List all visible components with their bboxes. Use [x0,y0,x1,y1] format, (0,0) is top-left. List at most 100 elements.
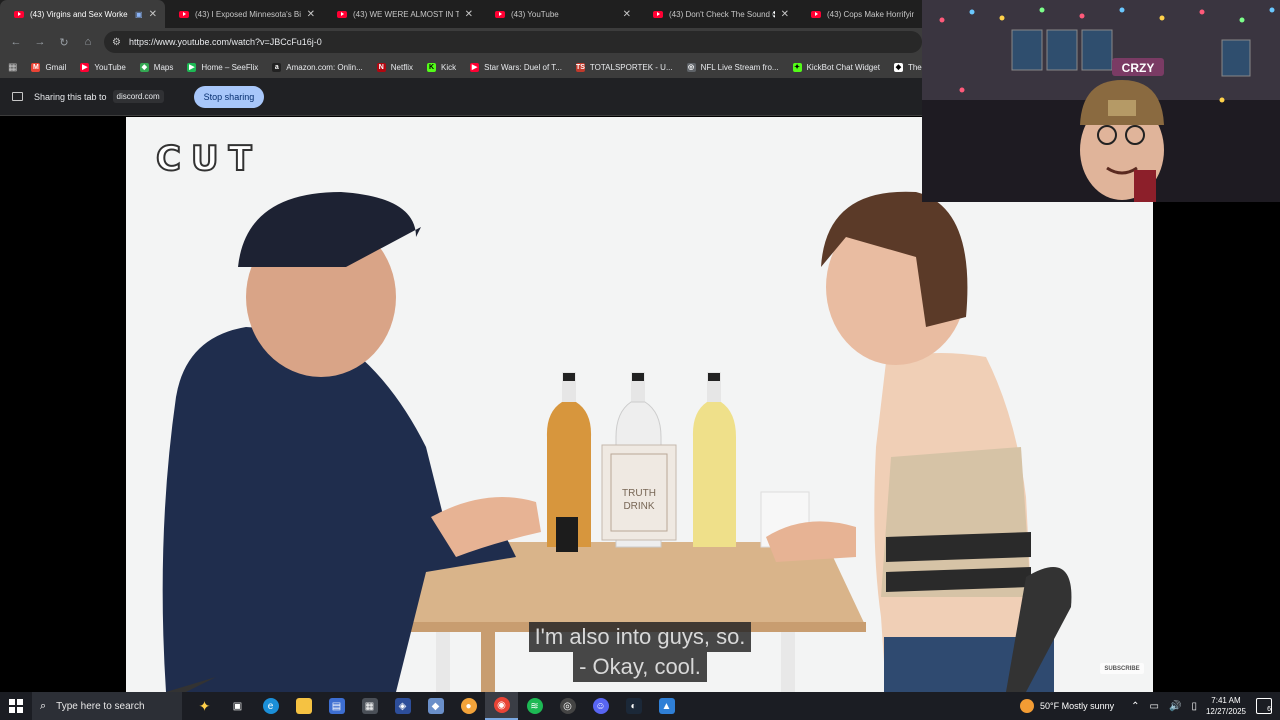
cut-logo: CUT [155,138,262,180]
discord-button[interactable]: ☺ [584,692,617,720]
chevron-up-icon[interactable]: ⌃ [1131,701,1139,712]
system-tray: 50°F Mostly sunny ⌃ ▭ 🔊 ▯ 7:41 AM 12/27/… [1020,695,1280,717]
calculator-button[interactable]: ▦ [353,692,386,720]
bookmark-label: The be [907,62,922,72]
close-icon[interactable]: ✕ [623,9,631,20]
app-icon: ▲ [658,698,675,714]
tab-title: (43) Don't Check The Sound 👀 [669,9,775,19]
windows-start-button[interactable] [0,692,32,720]
bookmark-label: Maps [153,62,174,72]
bookmark-label: TOTALSPORTEK - U... [589,62,673,72]
youtube-icon: ▶ [80,62,90,72]
notification-icon[interactable]: 6 [1256,698,1272,714]
network-icon[interactable]: ▭ [1150,701,1159,712]
bookmark-label: Netflix [390,62,413,72]
apps-grid-icon[interactable]: ▦ [8,62,17,73]
netflix-icon: N [376,62,386,72]
sparkle-icon: ✦ [198,697,211,714]
tab-youtube[interactable]: (43) YouTube ✕ [481,0,639,28]
chrome-button[interactable]: ◉ [485,692,518,720]
amazon-icon: a [272,62,282,72]
close-icon[interactable]: ✕ [781,9,789,20]
search-placeholder: Type here to search [56,700,145,712]
tab-almost[interactable]: (43) WE WERE ALMOST IN TEA ✕ [323,0,481,28]
shot-glass [556,517,578,552]
close-icon[interactable]: ✕ [307,9,315,20]
address-bar[interactable]: ⚙ https://www.youtube.com/watch?v=JBCcFu… [104,31,922,53]
bookmark-item[interactable]: ◆ The be [893,62,922,72]
bookmark-item[interactable]: TS TOTALSPORTEK - U... [575,62,673,72]
bookmark-item[interactable]: a Amazon.com: Onlin... [272,62,363,72]
battery-icon[interactable]: ▯ [1191,701,1197,712]
app-icon: ▤ [328,698,345,714]
subtitle-line: - Okay, cool. [573,652,707,682]
bookmark-label: NFL Live Stream fro... [700,62,779,72]
bookmark-item[interactable]: N Netflix [376,62,413,72]
youtube-icon [653,10,663,18]
windows-icon [9,699,23,713]
bookmark-item[interactable]: M Gmail [31,62,66,72]
app-icon: ● [460,698,477,714]
tab-sound[interactable]: (43) Don't Check The Sound 👀 ✕ [639,0,797,28]
spotify-icon: ≋ [526,698,543,714]
file-explorer-button[interactable] [287,692,320,720]
bookmark-item[interactable]: ◎ NFL Live Stream fro... [686,62,779,72]
weather-widget[interactable]: 50°F Mostly sunny [1020,699,1114,713]
bookmark-label: Kick [440,62,457,72]
forward-icon[interactable]: → [32,34,48,50]
video-frame[interactable]: TRUTH DRINK CUT I'm also into guys, so. … [126,117,1153,692]
close-icon[interactable]: ✕ [465,9,473,20]
search-highlight-button[interactable]: ✦ [188,692,221,720]
tab-cops[interactable]: (43) Cops Make Horrifying D [797,0,922,28]
bookmark-item[interactable]: ▶ YouTube [80,62,126,72]
app-button[interactable]: ◆ [419,692,452,720]
app-button[interactable]: ◎ [551,692,584,720]
webcam-sign: CRZY [1122,61,1155,75]
video-player[interactable]: TRUTH DRINK CUT I'm also into guys, so. … [0,117,1280,692]
bookmark-item[interactable]: ✦ KickBot Chat Widget [792,62,880,72]
close-icon[interactable]: ✕ [149,9,157,20]
bookmark-item[interactable]: ◆ Maps [139,62,174,72]
home-icon[interactable]: ⌂ [80,34,96,50]
steam-button[interactable]: ◐ [617,692,650,720]
kick-icon: K [426,62,436,72]
webcam-overlay: CRZY [922,0,1280,202]
steam-icon: ◐ [625,698,642,714]
edge-button[interactable]: e [254,692,287,720]
tab-virgins[interactable]: (43) Virgins and Sex Worke ▣ ✕ [0,0,165,28]
bookmark-item[interactable]: ▶ Home – SeeFlix [187,62,258,72]
youtube-icon [179,10,189,18]
bookmark-item[interactable]: ▶ Star Wars: Duel of T... [470,62,562,72]
tab-strip: (43) Virgins and Sex Worke ▣ ✕ (43) I Ex… [0,0,922,28]
reload-icon[interactable]: ↻ [56,34,72,50]
globe-icon: ◎ [686,62,696,72]
app-icon: ◎ [559,698,576,714]
tab-minnesota[interactable]: (43) I Exposed Minnesota's Bil ✕ [165,0,323,28]
subscribe-watermark[interactable]: SUBSCRIBE [1100,663,1144,674]
sun-icon [1020,699,1034,713]
bookmark-label: KickBot Chat Widget [806,62,880,72]
webcam-scene: CRZY [922,0,1280,202]
stop-sharing-button[interactable]: Stop sharing [193,85,265,108]
chrome-icon: ◉ [493,697,510,713]
taskbar-search[interactable]: ⌕ Type here to search [32,692,182,720]
subtitle-line: I'm also into guys, so. [528,622,752,652]
bookmark-item[interactable]: K Kick [426,62,457,72]
browser-toolbar: ← → ↻ ⌂ ⚙ https://www.youtube.com/watch?… [0,28,922,56]
back-icon[interactable]: ← [8,34,24,50]
app-icon: ◆ [427,698,444,714]
url-text[interactable]: https://www.youtube.com/watch?v=JBCcFu16… [129,37,322,47]
youtube-icon [14,10,24,18]
volume-icon[interactable]: 🔊 [1169,701,1181,712]
app-button[interactable]: ● [452,692,485,720]
app-icon: ◈ [394,698,411,714]
bookmarks-bar: ▦ M Gmail ▶ YouTube ◆ Maps ▶ Home – SeeFlix a Ama… [0,56,922,78]
app-button[interactable]: ▲ [650,692,683,720]
spotify-button[interactable]: ≋ [518,692,551,720]
app-button[interactable]: ◈ [386,692,419,720]
site-info-icon[interactable]: ⚙ [112,37,121,48]
task-view-button[interactable]: ▣ [221,692,254,720]
clock[interactable]: 7:41 AM 12/27/2025 [1206,695,1246,717]
discord-icon: ☺ [592,698,609,714]
app-button[interactable]: ▤ [320,692,353,720]
